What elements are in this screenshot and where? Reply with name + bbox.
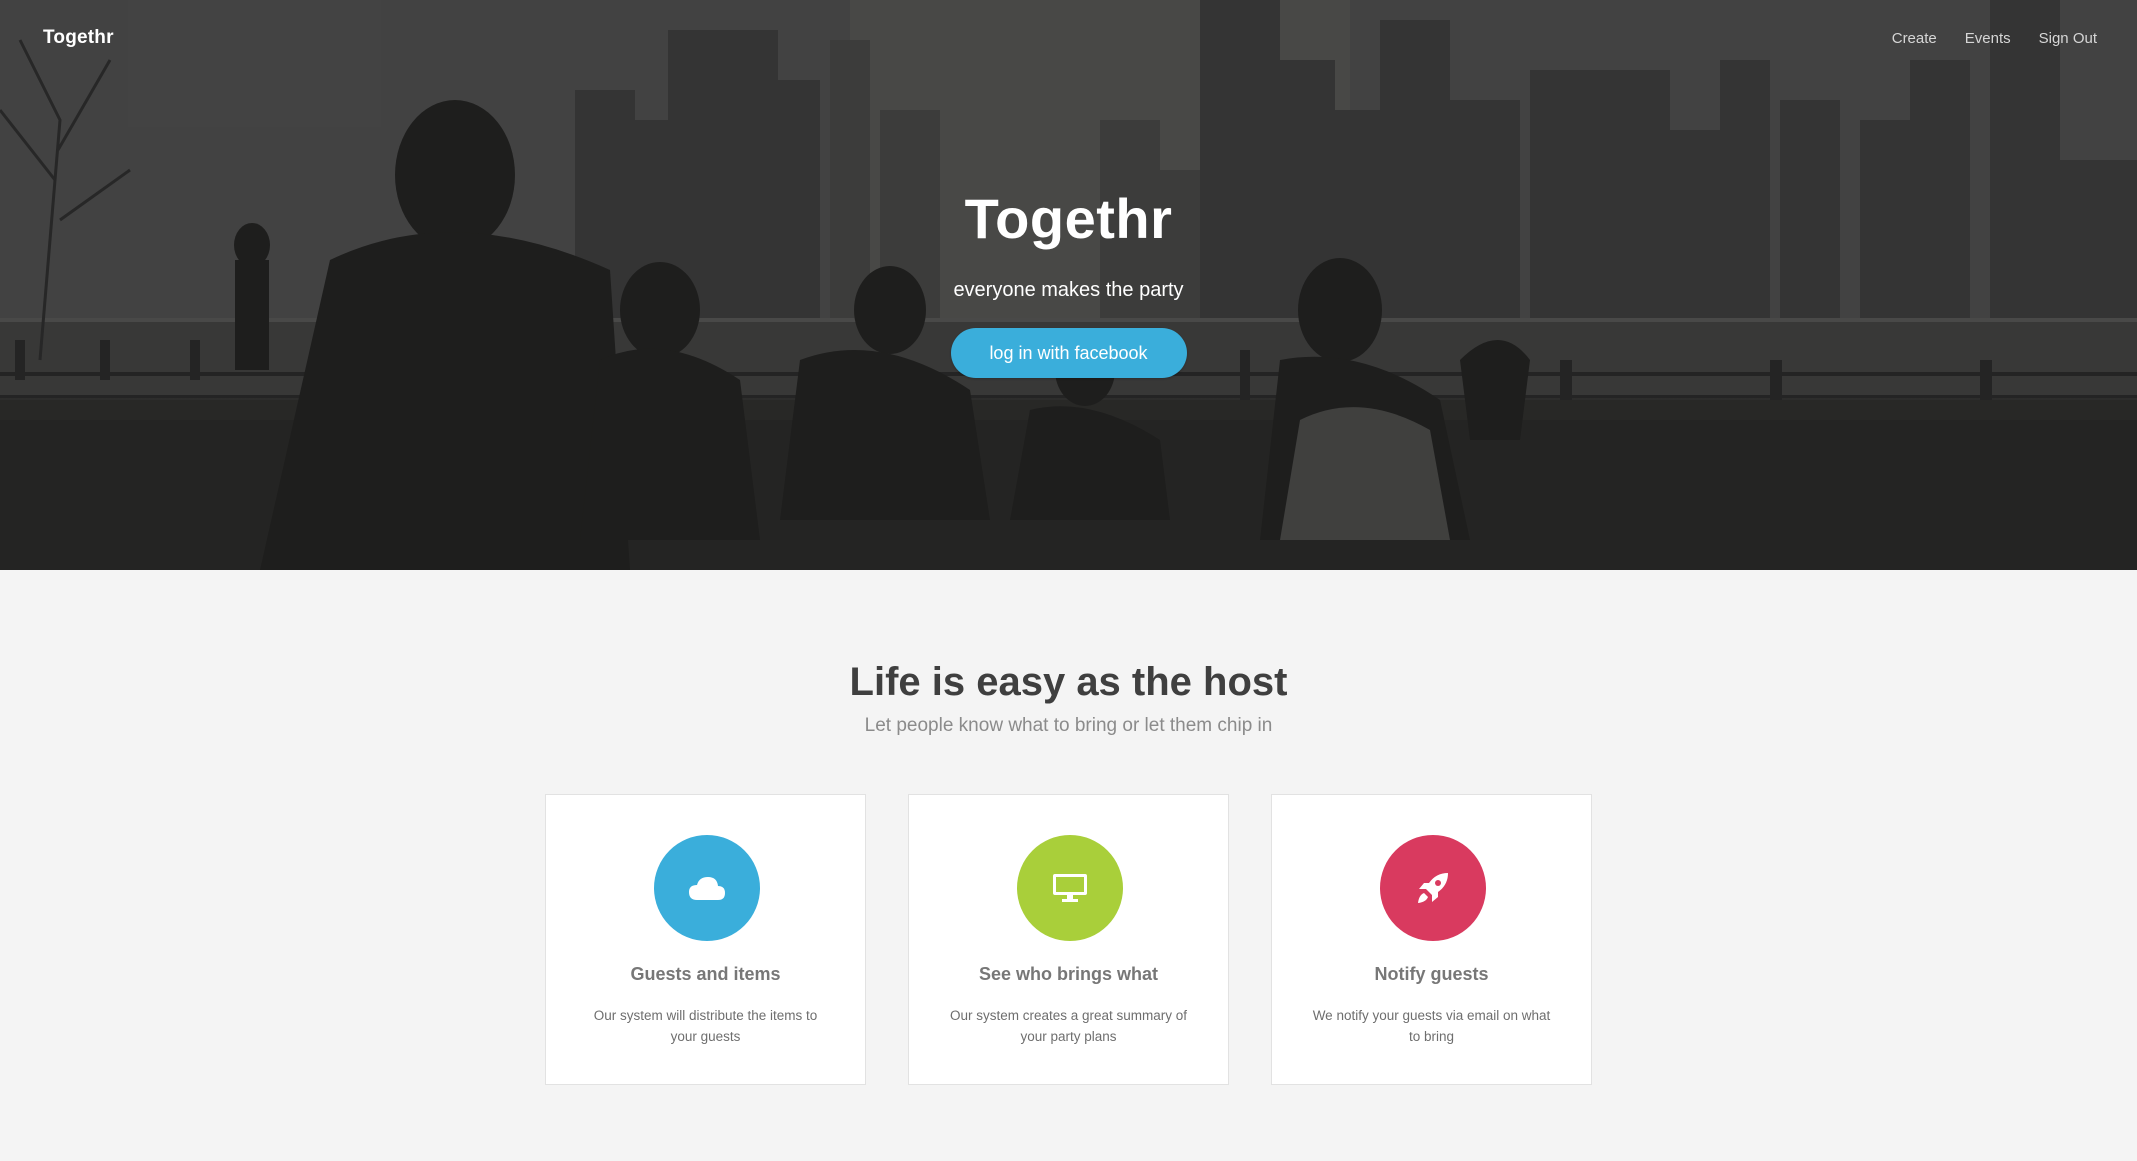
nav-link-sign-out[interactable]: Sign Out — [2039, 30, 2097, 47]
feature-icon-circle — [654, 835, 760, 941]
hero-subtitle: everyone makes the party — [953, 279, 1184, 301]
features-title: Life is easy as the host — [849, 660, 1288, 704]
top-navbar: Togethr Create Events Sign Out — [0, 0, 2137, 80]
facebook-login-button[interactable]: log in with facebook — [950, 328, 1187, 378]
hero-content: Togethr everyone makes the party log in … — [0, 186, 2137, 378]
feature-card-title: Guests and items — [630, 964, 781, 984]
feature-card-notify-guests: Notify guests We notify your guests via … — [1271, 794, 1592, 1085]
brand-logo[interactable]: Togethr — [43, 27, 114, 49]
feature-icon-circle — [1017, 835, 1123, 941]
features-subtitle: Let people know what to bring or let the… — [864, 715, 1273, 736]
feature-icon-circle — [1380, 835, 1486, 941]
hero-section: Togethr Create Events Sign Out Togethr e… — [0, 0, 2137, 570]
feature-card-text: Our system will distribute the items to … — [593, 1008, 818, 1044]
feature-card-text: Our system creates a great summary of yo… — [949, 1008, 1188, 1044]
nav-link-events[interactable]: Events — [1965, 30, 2011, 47]
rocket-icon — [1418, 873, 1448, 903]
cloud-icon — [689, 877, 725, 900]
nav-link-create[interactable]: Create — [1892, 30, 1937, 47]
monitor-icon — [1053, 874, 1087, 902]
feature-card-title: See who brings what — [978, 964, 1159, 984]
hero-title: Togethr — [964, 187, 1173, 250]
feature-card-who-brings-what: See who brings what Our system creates a… — [908, 794, 1229, 1085]
feature-card-title: Notify guests — [1374, 964, 1489, 984]
feature-cards: Guests and items Our system will distrib… — [545, 794, 1592, 1085]
nav-links: Create Events Sign Out — [1892, 30, 2097, 47]
feature-card-text: We notify your guests via email on what … — [1312, 1008, 1551, 1044]
feature-card-guests-items: Guests and items Our system will distrib… — [545, 794, 866, 1085]
features-section: Life is easy as the host Let people know… — [0, 570, 2137, 1161]
